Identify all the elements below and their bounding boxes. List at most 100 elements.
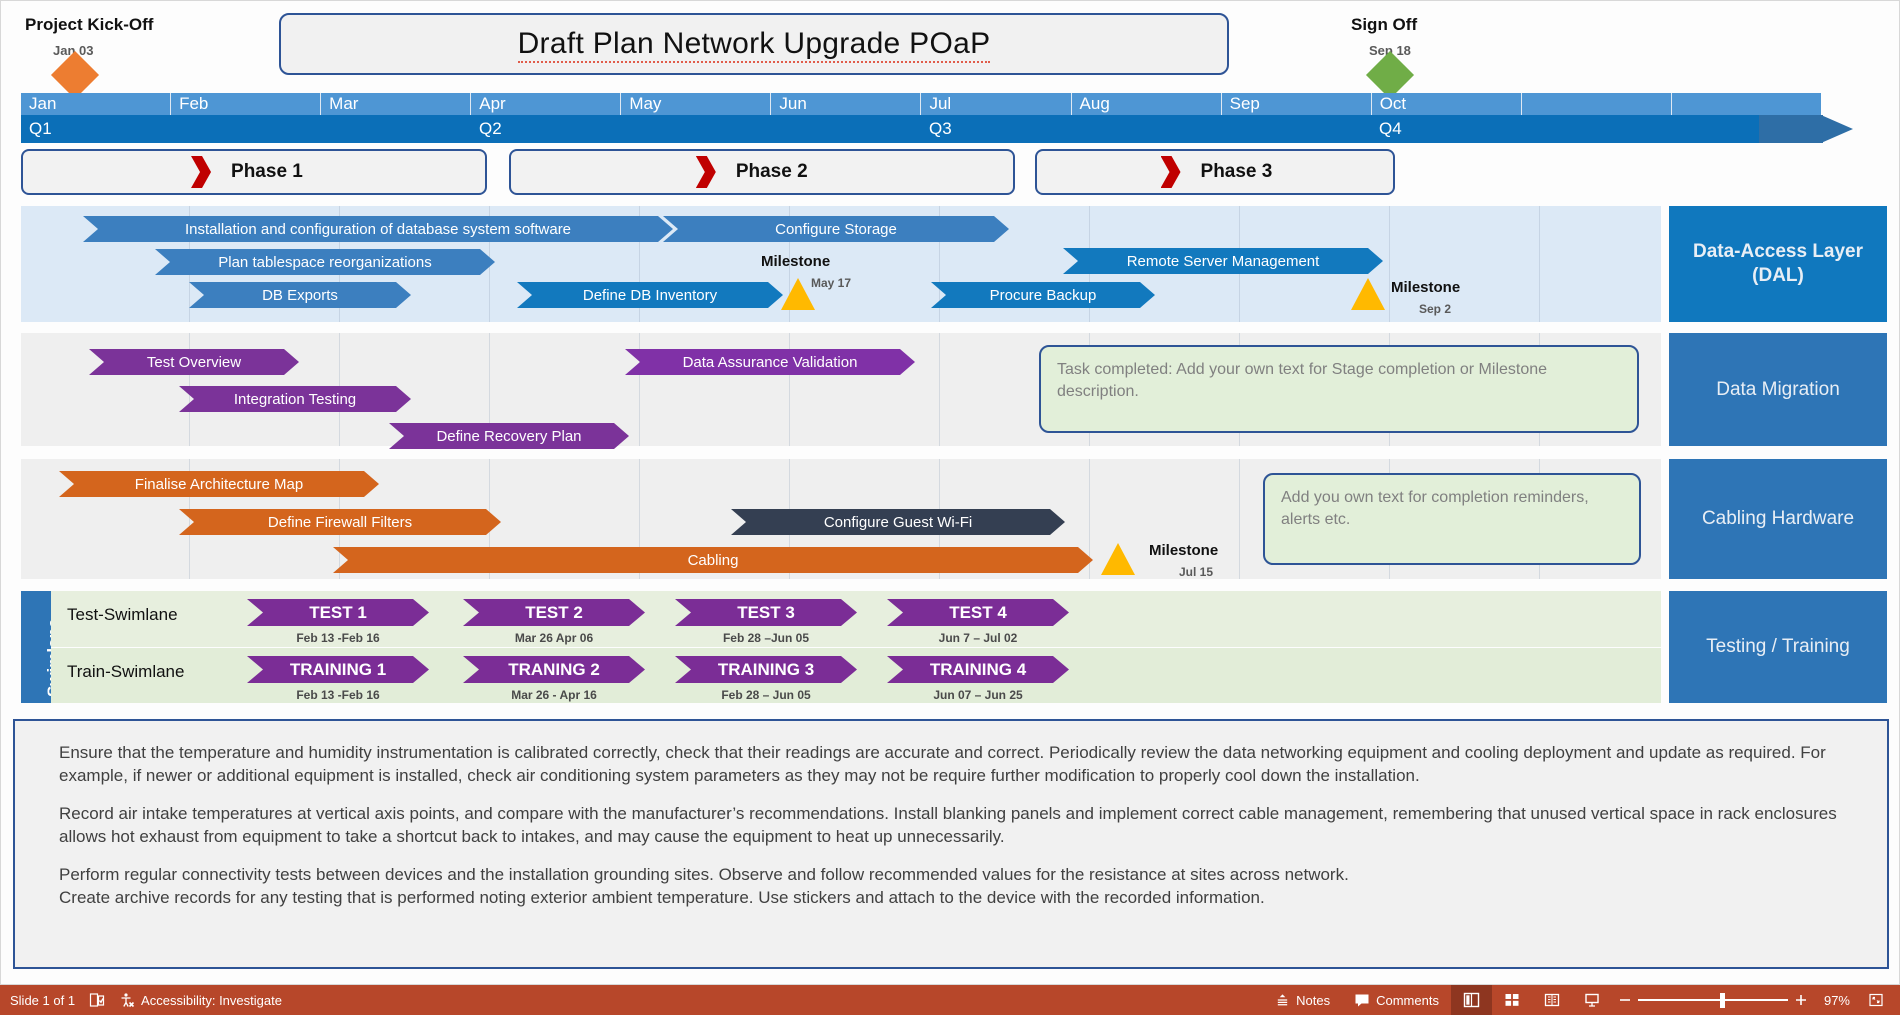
swimlane-name-train: Train-Swimlane [67, 662, 185, 681]
quarter-cell: Q3 [929, 119, 952, 138]
swimlane-item-date: Mar 26 - Apr 16 [511, 688, 597, 702]
month-cell: Jun [771, 93, 922, 115]
quarter-cell: Q4 [1379, 119, 1402, 138]
slideshow-icon [1584, 992, 1600, 1008]
notes-label: Notes [1296, 992, 1331, 1008]
normal-view-icon [1463, 992, 1480, 1008]
task-bar[interactable]: Define Firewall Filters [179, 509, 501, 535]
quarter-cell: Q1 [29, 119, 52, 138]
zoom-percent-label[interactable]: 97% [1814, 993, 1860, 1008]
reading-view-icon [1544, 992, 1560, 1008]
quarter-axis: Q1 Q2 Q3 Q4 [21, 115, 1821, 143]
accessibility-label: Accessibility: Investigate [141, 992, 282, 1008]
phase-box-3[interactable]: Phase 3 [1035, 149, 1395, 195]
comment-icon [1354, 993, 1370, 1008]
task-bar[interactable]: Integration Testing [179, 386, 411, 412]
notes-textbox[interactable]: Ensure that the temperature and humidity… [13, 719, 1889, 969]
month-axis: Jan Feb Mar Apr May Jun Jul Aug Sep Oct [21, 93, 1821, 115]
task-bar[interactable]: Plan tablespace reorganizations [155, 249, 495, 275]
month-cell: Oct [1372, 93, 1522, 115]
swimlane-item-date: Feb 13 -Feb 16 [296, 688, 380, 702]
comments-button[interactable]: Comments [1342, 985, 1451, 1015]
month-cell: Aug [1072, 93, 1222, 115]
task-bar[interactable]: Procure Backup [931, 282, 1155, 308]
row-cabling-hardware: Finalise Architecture Map Define Firewal… [21, 459, 1661, 579]
slide-title-box[interactable]: Draft Plan Network Upgrade POaP [279, 13, 1229, 75]
month-cell [1522, 93, 1672, 115]
task-bar[interactable]: Define DB Inventory [517, 282, 783, 308]
swimlane-item[interactable]: TEST 3 [675, 599, 857, 626]
swimlane-section: Swimlane Test-Swimlane TEST 1 Feb 13 -Fe… [21, 591, 1661, 703]
milestone-label: Milestone [1391, 279, 1461, 296]
phase-box-2[interactable]: Phase 2 [509, 149, 1015, 195]
spellcheck-icon[interactable] [89, 992, 105, 1008]
row-label-cabling-hardware: Cabling Hardware [1669, 459, 1887, 579]
kickoff-diamond-icon [50, 50, 100, 100]
milestone-date: May 17 [811, 276, 852, 290]
zoom-slider-track [1637, 999, 1788, 1001]
notes-paragraph: Record air intake temperatures at vertic… [59, 803, 1837, 847]
task-bar[interactable]: Test Overview [89, 349, 299, 375]
task-bar[interactable]: Cabling [333, 547, 1093, 573]
task-bar[interactable]: Data Assurance Validation [625, 349, 915, 375]
task-bar[interactable]: Define Recovery Plan [389, 423, 629, 449]
row-dal: Installation and configuration of databa… [21, 206, 1661, 322]
swimlane-item[interactable]: TEST 4 [887, 599, 1069, 626]
zoom-in-button[interactable] [1788, 985, 1814, 1015]
zoom-slider[interactable] [1637, 985, 1788, 1015]
accessibility-status[interactable]: Accessibility: Investigate [119, 985, 294, 1015]
slide-sorter-icon [1504, 992, 1520, 1008]
task-bar[interactable]: Finalise Architecture Map [59, 471, 379, 497]
row-data-migration: Test Overview Data Assurance Validation … [21, 333, 1661, 446]
swimlane-item[interactable]: TRAINING 3 [675, 656, 857, 683]
milestone-label: Milestone [1149, 542, 1219, 559]
view-normal-button[interactable] [1450, 985, 1492, 1015]
swimlane-vertical-bar: Swimlane [21, 591, 63, 703]
month-cell: May [621, 93, 772, 115]
phase-label: Phase 3 [1200, 161, 1273, 182]
kickoff-label: Project Kick-Off [25, 15, 154, 34]
task-bar[interactable]: Configure Guest Wi-Fi [731, 509, 1065, 535]
swimlane-item[interactable]: TRAINING 1 [247, 656, 429, 683]
signoff-diamond-icon [1365, 50, 1415, 100]
notes-button[interactable]: Notes [1263, 985, 1342, 1015]
month-cell: Sep [1222, 93, 1372, 115]
swimlane-item[interactable]: TRANING 2 [463, 656, 645, 683]
swimlane-name-test: Test-Swimlane [67, 605, 178, 624]
swimlane-item[interactable]: TEST 2 [463, 599, 645, 626]
swimlane-item-date: Feb 13 -Feb 16 [296, 631, 380, 645]
note-callout-dm[interactable]: Task completed: Add your own text for St… [1039, 345, 1639, 433]
swimlane-item-date: Jun 7 – Jul 02 [938, 631, 1018, 645]
view-reading-button[interactable] [1532, 985, 1572, 1015]
milestone-date: Jul 15 [1179, 565, 1214, 579]
zoom-slider-knob[interactable] [1719, 993, 1725, 1008]
signoff-label: Sign Off [1351, 15, 1418, 34]
slide-canvas: Project Kick-Off Jan 03 Sign Off Sep 18 … [0, 0, 1900, 985]
fit-slide-button[interactable] [1860, 985, 1892, 1015]
task-bar[interactable]: Configure Storage [663, 216, 1009, 242]
swimlane-item[interactable]: TEST 1 [247, 599, 429, 626]
milestone-triangle-icon [781, 278, 815, 310]
milestone-label: Milestone [761, 253, 831, 270]
view-slide-sorter-button[interactable] [1492, 985, 1532, 1015]
row-label-data-migration: Data Migration [1669, 333, 1887, 446]
month-cell: Jul [921, 93, 1072, 115]
phase-box-1[interactable]: Phase 1 [21, 149, 487, 195]
month-cell: Apr [471, 93, 622, 115]
slideshow-button[interactable] [1572, 985, 1612, 1015]
milestone-triangle-icon [1101, 543, 1135, 575]
notes-icon [1275, 993, 1290, 1008]
quarter-cell: Q2 [479, 119, 502, 138]
powerpoint-slide: Project Kick-Off Jan 03 Sign Off Sep 18 … [0, 0, 1900, 1015]
note-callout-ch[interactable]: Add you own text for completion reminder… [1263, 473, 1641, 565]
phase-label: Phase 1 [231, 161, 303, 182]
month-cell: Jan [21, 93, 172, 115]
task-bar[interactable]: Installation and configuration of databa… [83, 216, 673, 242]
task-bar[interactable]: Remote Server Management [1063, 248, 1383, 274]
quarter-arrow-icon [1821, 115, 1853, 143]
swimlane-item[interactable]: TRAINING 4 [887, 656, 1069, 683]
slide-count-label: Slide 1 of 1 [10, 992, 76, 1008]
task-bar[interactable]: DB Exports [189, 282, 411, 308]
zoom-out-button[interactable] [1612, 985, 1638, 1015]
swimlane-item-date: Feb 28 –Jun 05 [722, 631, 810, 645]
